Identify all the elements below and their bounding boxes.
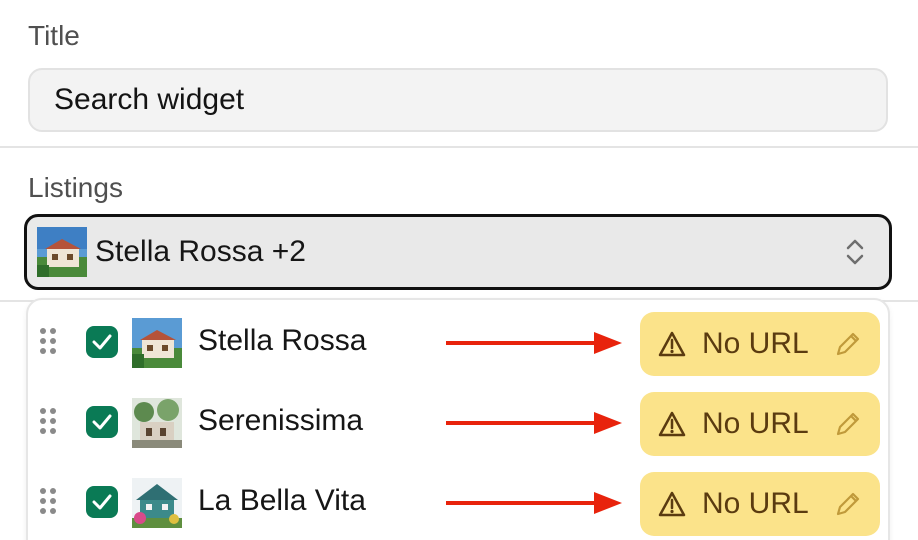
stella-rossa-thumbnail	[37, 227, 87, 277]
title-input[interactable]: Search widget	[28, 68, 888, 132]
stella-rossa-thumbnail	[132, 318, 182, 368]
listing-row-serenissima[interactable]: Serenissima No URL	[28, 382, 888, 462]
la-bella-vita-thumbnail	[132, 478, 182, 528]
warning-icon	[658, 331, 686, 357]
listing-row-la-bella-vita[interactable]: La Bella Vita No URL	[28, 462, 888, 540]
no-url-badge[interactable]: No URL	[640, 472, 880, 536]
listing-checkbox[interactable]	[86, 326, 118, 358]
annotation-arrow	[446, 412, 622, 434]
badge-label: No URL	[702, 327, 809, 360]
badge-label: No URL	[702, 487, 809, 520]
listing-name: Serenissima	[198, 404, 364, 437]
listings-label: Listings	[28, 172, 123, 203]
checkmark-icon	[92, 334, 112, 350]
listing-row-stella-rossa[interactable]: Stella Rossa No URL	[28, 302, 888, 382]
pencil-icon[interactable]	[834, 490, 862, 518]
serenissima-thumbnail	[132, 398, 182, 448]
warning-icon	[658, 491, 686, 517]
listings-select-value: Stella Rossa +2	[95, 235, 306, 268]
listing-name: Stella Rossa	[198, 324, 367, 357]
listings-select[interactable]: Stella Rossa +2	[24, 214, 892, 290]
badge-label: No URL	[702, 407, 809, 440]
annotation-arrow	[446, 332, 622, 354]
no-url-badge[interactable]: No URL	[640, 312, 880, 376]
listing-checkbox[interactable]	[86, 406, 118, 438]
checkmark-icon	[92, 494, 112, 510]
listings-dropdown: Stella Rossa No URL Serenissima No URL L…	[26, 298, 890, 540]
divider	[0, 146, 918, 148]
listing-name: La Bella Vita	[198, 484, 366, 517]
no-url-badge[interactable]: No URL	[640, 392, 880, 456]
pencil-icon[interactable]	[834, 330, 862, 358]
pencil-icon[interactable]	[834, 410, 862, 438]
title-label: Title	[28, 20, 80, 51]
checkmark-icon	[92, 414, 112, 430]
drag-handle-icon[interactable]	[38, 486, 58, 516]
chevron-up-down-icon	[846, 239, 864, 265]
annotation-arrow	[446, 492, 622, 514]
warning-icon	[658, 411, 686, 437]
drag-handle-icon[interactable]	[38, 326, 58, 356]
drag-handle-icon[interactable]	[38, 406, 58, 436]
listing-checkbox[interactable]	[86, 486, 118, 518]
